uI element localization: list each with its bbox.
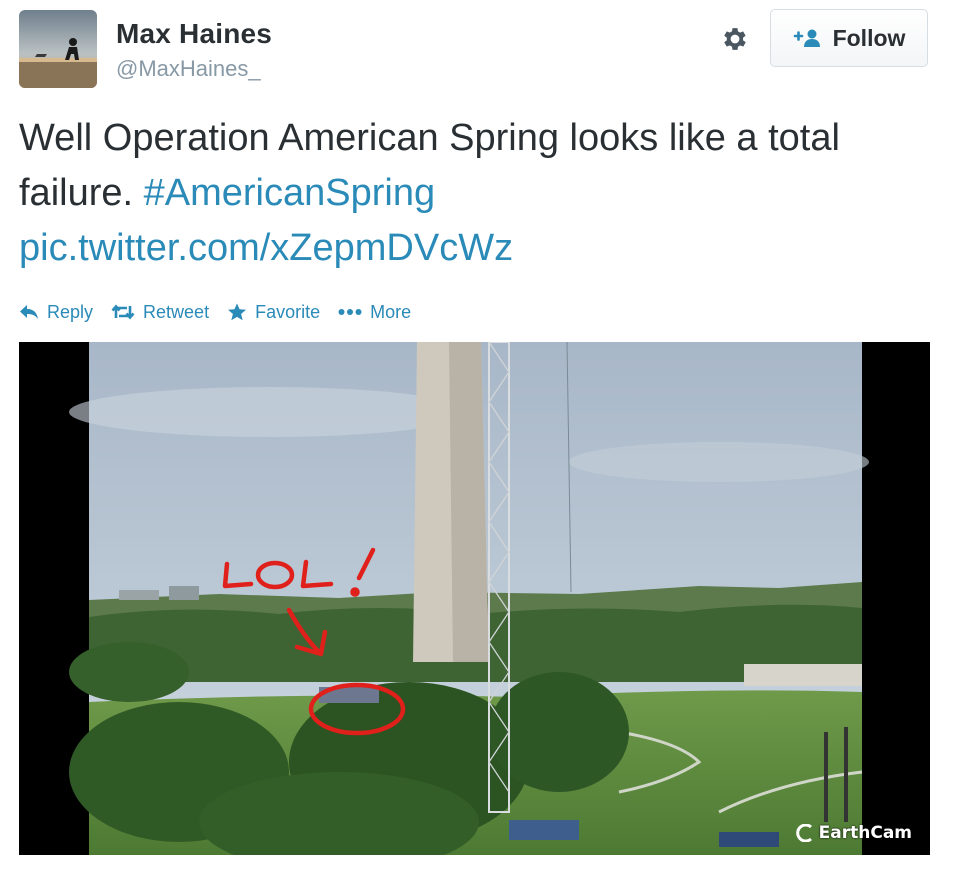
follow-button[interactable]: Follow [770,9,928,67]
add-user-icon [793,29,820,47]
tweet-text: Well Operation American Spring looks lik… [19,111,939,276]
media-photo [19,342,930,855]
reply-label: Reply [47,301,94,322]
user-handle[interactable]: @MaxHaines_ [116,56,261,82]
gear-icon-glyph [724,28,746,50]
retweet-button[interactable]: Retweet [111,302,209,323]
favorite-button[interactable]: Favorite [227,302,320,323]
hashtag-link[interactable]: #AmericanSpring [144,172,435,214]
tweet-actions: Reply Retweet Favorite More [19,298,429,326]
avatar-image [19,10,97,88]
follow-label: Follow [832,24,906,51]
favorite-label: Favorite [255,301,321,322]
tweet-media[interactable]: EarthCam [19,342,930,855]
star-icon [228,303,247,321]
reply-icon [20,305,38,319]
more-button[interactable]: More [338,302,411,323]
user-name[interactable]: Max Haines [116,18,272,50]
retweet-label: Retweet [143,301,210,322]
more-icon [338,309,362,315]
earthcam-watermark: EarthCam [795,823,912,843]
more-label: More [370,301,412,322]
earthcam-logo-icon [795,824,812,842]
gear-icon[interactable] [716,20,754,58]
retweet-icon [111,304,135,320]
reply-button[interactable]: Reply [19,302,93,323]
pic-link[interactable]: pic.twitter.com/xZepmDVcWz [19,227,513,269]
avatar[interactable] [19,10,97,88]
watermark-text: EarthCam [818,823,912,843]
